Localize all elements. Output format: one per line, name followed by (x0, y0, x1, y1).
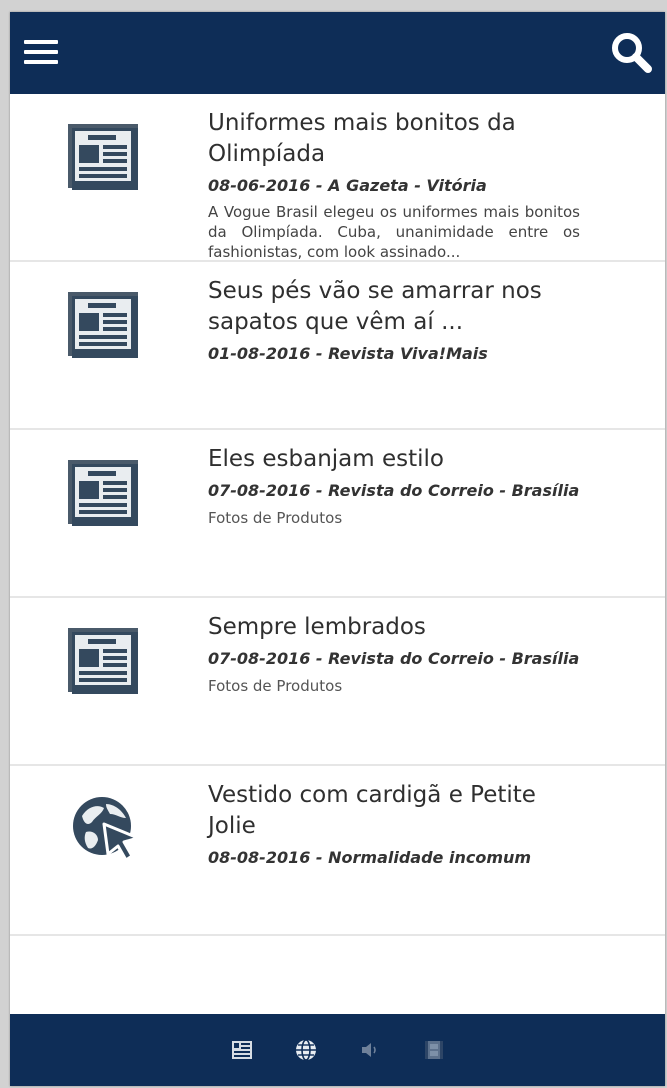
news-item[interactable]: Seus pés vão se amarrar nos sapatos que … (10, 262, 665, 430)
newspaper-icon (66, 290, 142, 362)
news-subtitle: Fotos de Produtos (208, 677, 343, 695)
search-icon[interactable] (607, 28, 655, 76)
top-app-bar (10, 12, 665, 94)
news-meta: 08-06-2016 - A Gazeta - Vitória (208, 176, 487, 195)
web-globe-cursor-icon (68, 792, 144, 864)
news-item[interactable]: Eles esbanjam estilo 07-08-2016 - Revist… (10, 430, 665, 598)
news-title[interactable]: Sempre lembrados (208, 612, 580, 643)
app-frame: Uniformes mais bonitos da Olimpíada 08-0… (10, 12, 665, 1086)
news-subtitle: Fotos de Produtos (208, 509, 343, 527)
news-title[interactable]: Uniformes mais bonitos da Olimpíada (208, 108, 580, 170)
newspaper-icon (66, 458, 142, 530)
news-title[interactable]: Vestido com cardigã e Petite Jolie (208, 780, 580, 842)
globe-tab-icon[interactable] (292, 1036, 320, 1064)
speaker-tab-icon[interactable] (356, 1036, 384, 1064)
news-item[interactable]: Uniformes mais bonitos da Olimpíada 08-0… (10, 94, 665, 262)
news-description: A Vogue Brasil elegeu os uniformes mais … (208, 203, 580, 261)
news-meta: 07-08-2016 - Revista do Correio - Brasíl… (208, 649, 580, 668)
news-feed: Uniformes mais bonitos da Olimpíada 08-0… (10, 94, 665, 936)
film-tab-icon[interactable] (420, 1036, 448, 1064)
newspaper-icon (66, 626, 142, 698)
news-title[interactable]: Eles esbanjam estilo (208, 444, 580, 475)
news-meta: 08-08-2016 - Normalidade incomum (208, 848, 532, 867)
news-item[interactable]: Sempre lembrados 07-08-2016 - Revista do… (10, 598, 665, 766)
news-meta: 01-08-2016 - Revista Viva!Mais (208, 344, 488, 363)
news-meta: 07-08-2016 - Revista do Correio - Brasíl… (208, 481, 580, 500)
news-item[interactable]: Vestido com cardigã e Petite Jolie 08-08… (10, 766, 665, 936)
newspaper-icon (66, 122, 142, 194)
hamburger-menu-icon[interactable] (24, 32, 70, 72)
newspaper-tab-icon[interactable] (228, 1036, 256, 1064)
news-title[interactable]: Seus pés vão se amarrar nos sapatos que … (208, 276, 580, 338)
bottom-nav-bar (10, 1014, 665, 1086)
